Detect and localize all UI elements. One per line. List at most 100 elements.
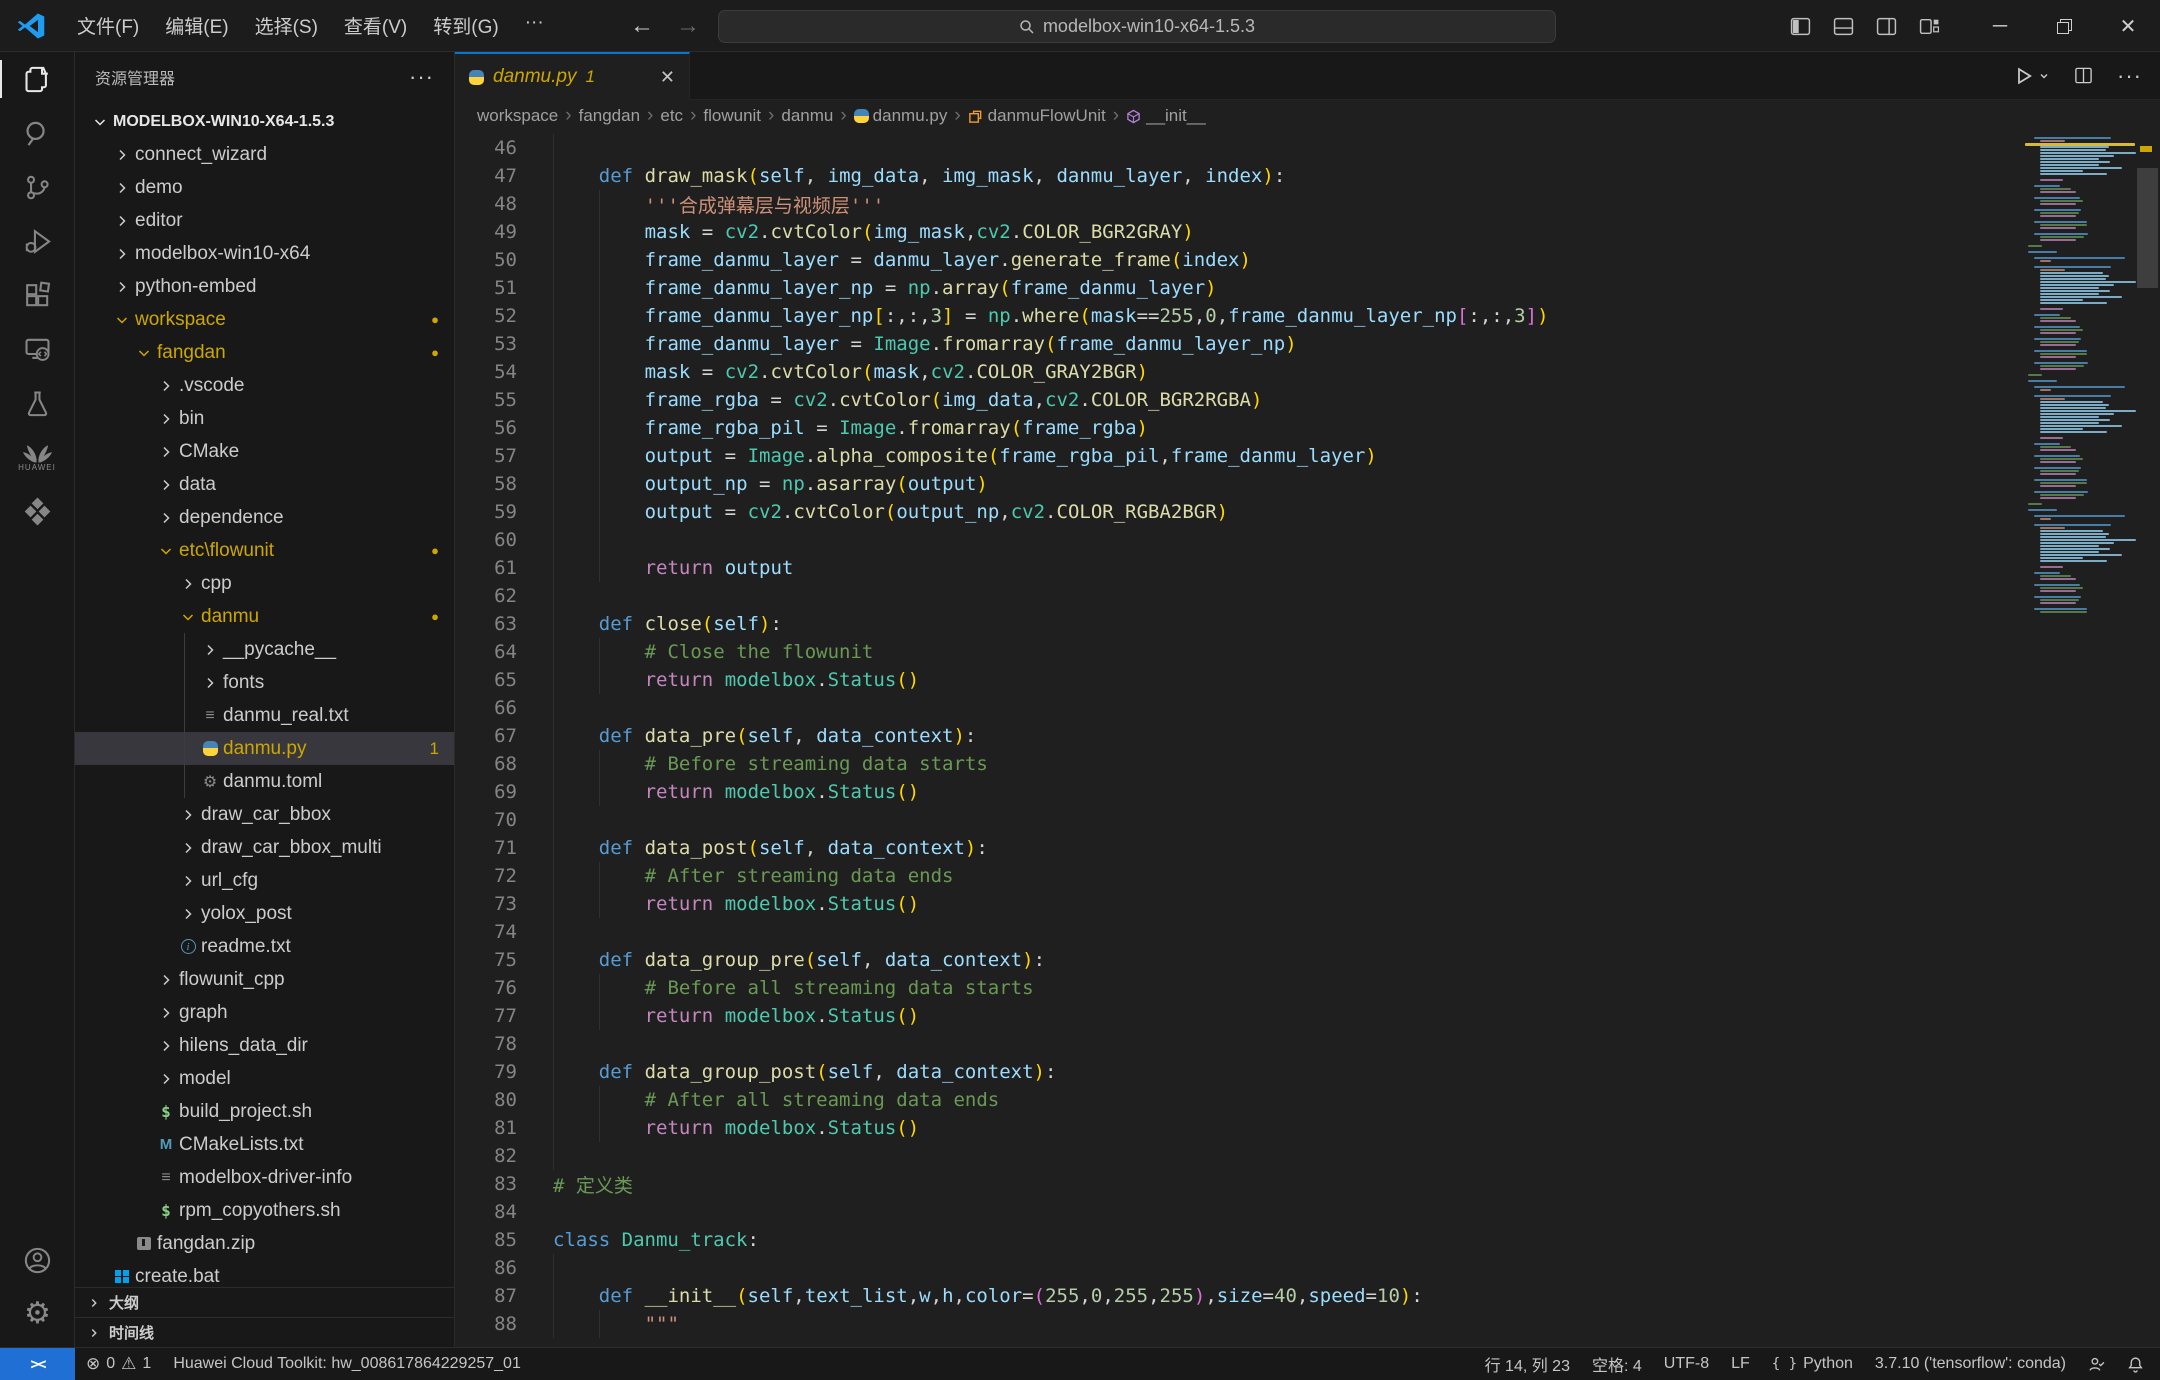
close-button[interactable]: ✕ xyxy=(2096,0,2160,52)
scrollbar-thumb[interactable] xyxy=(2137,168,2158,288)
tab-danmu-py[interactable]: danmu.py 1 ✕ xyxy=(455,52,690,100)
tree-folder-model[interactable]: model xyxy=(75,1062,455,1095)
tree-file-cmakelists-txt[interactable]: MCMakeLists.txt xyxy=(75,1128,455,1161)
code-line-72[interactable]: 72# After streaming data ends xyxy=(455,862,2160,890)
menu-item-5[interactable]: ··· xyxy=(512,6,557,45)
tree-folder-cmake[interactable]: CMake xyxy=(75,435,455,468)
code-line-47[interactable]: 47def draw_mask(self, img_data, img_mask… xyxy=(455,162,2160,190)
toggle-secondary-sidebar-icon[interactable] xyxy=(1876,16,1897,37)
outline-section[interactable]: 大纲 xyxy=(75,1287,455,1317)
breadcrumb-item-etc[interactable]: etc xyxy=(660,106,683,126)
code-line-50[interactable]: 50frame_danmu_layer = danmu_layer.genera… xyxy=(455,246,2160,274)
tree-folder--vscode[interactable]: .vscode xyxy=(75,369,455,402)
tree-folder-flowunit-cpp[interactable]: flowunit_cpp xyxy=(75,963,455,996)
code-line-78[interactable]: 78 xyxy=(455,1030,2160,1058)
tree-folder-yolox-post[interactable]: yolox_post xyxy=(75,897,455,930)
code-line-56[interactable]: 56frame_rgba_pil = Image.fromarray(frame… xyxy=(455,414,2160,442)
code-line-67[interactable]: 67def data_pre(self, data_context): xyxy=(455,722,2160,750)
tree-folder-modelbox-win10-x64[interactable]: modelbox-win10-x64 xyxy=(75,237,455,270)
breadcrumb-item-fangdan[interactable]: fangdan xyxy=(579,106,640,126)
tree-folder-demo[interactable]: demo xyxy=(75,171,455,204)
activity-modelarts-icon[interactable] xyxy=(0,484,75,538)
tree-file-rpm-copyothers-sh[interactable]: $rpm_copyothers.sh xyxy=(75,1194,455,1227)
indentation-status[interactable]: 空格: 4 xyxy=(1581,1348,1653,1380)
code-line-82[interactable]: 82 xyxy=(455,1142,2160,1170)
tree-file-danmu-toml[interactable]: ⚙danmu.toml xyxy=(75,765,455,798)
tree-folder-draw-car-bbox[interactable]: draw_car_bbox xyxy=(75,798,455,831)
tree-file-danmu-real-txt[interactable]: ≡danmu_real.txt xyxy=(75,699,455,732)
python-interpreter-status[interactable]: 3.7.10 ('tensorflow': conda) xyxy=(1864,1348,2077,1380)
code-line-53[interactable]: 53frame_danmu_layer = Image.fromarray(fr… xyxy=(455,330,2160,358)
tree-folder-fonts[interactable]: fonts xyxy=(75,666,455,699)
tree-folder-connect-wizard[interactable]: connect_wizard xyxy=(75,138,455,171)
code-line-65[interactable]: 65return modelbox.Status() xyxy=(455,666,2160,694)
code-line-85[interactable]: 85class Danmu_track: xyxy=(455,1226,2160,1254)
tree-folder-dependence[interactable]: dependence xyxy=(75,501,455,534)
activity-testing-icon[interactable] xyxy=(0,376,75,430)
code-line-60[interactable]: 60 xyxy=(455,526,2160,554)
code-line-80[interactable]: 80# After all streaming data ends xyxy=(455,1086,2160,1114)
code-line-51[interactable]: 51frame_danmu_layer_np = np.array(frame_… xyxy=(455,274,2160,302)
code-line-74[interactable]: 74 xyxy=(455,918,2160,946)
code-line-81[interactable]: 81return modelbox.Status() xyxy=(455,1114,2160,1142)
notifications-status[interactable] xyxy=(2116,1348,2160,1380)
code-line-77[interactable]: 77return modelbox.Status() xyxy=(455,1002,2160,1030)
tree-folder-fangdan[interactable]: fangdan● xyxy=(75,336,455,369)
language-mode-status[interactable]: { } Python xyxy=(1761,1348,1864,1380)
breadcrumb-item-workspace[interactable]: workspace xyxy=(477,106,558,126)
code-line-52[interactable]: 52frame_danmu_layer_np[:,:,3] = np.where… xyxy=(455,302,2160,330)
tree-folder-python-embed[interactable]: python-embed xyxy=(75,270,455,303)
code-line-71[interactable]: 71def data_post(self, data_context): xyxy=(455,834,2160,862)
minimap[interactable] xyxy=(2025,134,2135,624)
code-line-46[interactable]: 46 xyxy=(455,134,2160,162)
sidebar-more-actions-icon[interactable]: ··· xyxy=(409,64,434,90)
remote-indicator[interactable]: >< xyxy=(0,1348,75,1380)
split-editor-icon[interactable] xyxy=(2074,66,2093,85)
code-line-64[interactable]: 64# Close the flowunit xyxy=(455,638,2160,666)
code-line-86[interactable]: 86 xyxy=(455,1254,2160,1282)
tree-folder-data[interactable]: data xyxy=(75,468,455,501)
tree-folder-url-cfg[interactable]: url_cfg xyxy=(75,864,455,897)
menu-item-1[interactable]: 编辑(E) xyxy=(152,6,241,45)
code-line-76[interactable]: 76# Before all streaming data starts xyxy=(455,974,2160,1002)
activity-source-control-icon[interactable] xyxy=(0,160,75,214)
overview-ruler[interactable] xyxy=(2135,134,2160,1347)
activity-remote-explorer-icon[interactable] xyxy=(0,322,75,376)
code-line-69[interactable]: 69return modelbox.Status() xyxy=(455,778,2160,806)
code-line-59[interactable]: 59output = cv2.cvtColor(output_np,cv2.CO… xyxy=(455,498,2160,526)
code-line-54[interactable]: 54mask = cv2.cvtColor(mask,cv2.COLOR_GRA… xyxy=(455,358,2160,386)
nav-back-icon[interactable]: ← xyxy=(630,12,654,40)
breadcrumb-item-danmu[interactable]: danmu xyxy=(781,106,833,126)
tree-folder-editor[interactable]: editor xyxy=(75,204,455,237)
problems-status[interactable]: ⊗ 0 ⚠ 1 xyxy=(75,1348,162,1380)
command-center-search[interactable]: modelbox-win10-x64-1.5.3 xyxy=(718,10,1556,43)
feedback-status[interactable] xyxy=(2077,1348,2116,1380)
menu-item-3[interactable]: 查看(V) xyxy=(331,6,420,45)
activity-run-debug-icon[interactable] xyxy=(0,214,75,268)
code-line-55[interactable]: 55frame_rgba = cv2.cvtColor(img_data,cv2… xyxy=(455,386,2160,414)
tree-folder-draw-car-bbox-multi[interactable]: draw_car_bbox_multi xyxy=(75,831,455,864)
encoding-status[interactable]: UTF-8 xyxy=(1653,1348,1720,1380)
code-line-75[interactable]: 75def data_group_pre(self, data_context)… xyxy=(455,946,2160,974)
tree-folder-workspace[interactable]: workspace● xyxy=(75,303,455,336)
code-line-73[interactable]: 73return modelbox.Status() xyxy=(455,890,2160,918)
breadcrumb-item--init-[interactable]: __init__ xyxy=(1126,106,1206,126)
restore-button[interactable] xyxy=(2032,0,2096,52)
eol-status[interactable]: LF xyxy=(1720,1348,1761,1380)
code-line-58[interactable]: 58output_np = np.asarray(output) xyxy=(455,470,2160,498)
menu-item-4[interactable]: 转到(G) xyxy=(420,6,511,45)
code-line-68[interactable]: 68# Before streaming data starts xyxy=(455,750,2160,778)
tree-file-modelbox-driver-info[interactable]: ≡modelbox-driver-info xyxy=(75,1161,455,1194)
activity-explorer-icon[interactable] xyxy=(0,52,75,106)
tree-file-readme-txt[interactable]: ireadme.txt xyxy=(75,930,455,963)
nav-forward-icon[interactable]: → xyxy=(676,12,700,40)
activity-extensions-icon[interactable] xyxy=(0,268,75,322)
tree-folder-graph[interactable]: graph xyxy=(75,996,455,1029)
code-line-70[interactable]: 70 xyxy=(455,806,2160,834)
code-line-88[interactable]: 88""" xyxy=(455,1310,2160,1338)
code-line-84[interactable]: 84 xyxy=(455,1198,2160,1226)
activity-huawei-toolkit-icon[interactable]: HUAWEI xyxy=(0,430,75,484)
toggle-sidebar-icon[interactable] xyxy=(1790,16,1811,37)
code-line-83[interactable]: 83# 定义类 xyxy=(455,1170,2160,1198)
accounts-icon[interactable] xyxy=(0,1233,75,1287)
